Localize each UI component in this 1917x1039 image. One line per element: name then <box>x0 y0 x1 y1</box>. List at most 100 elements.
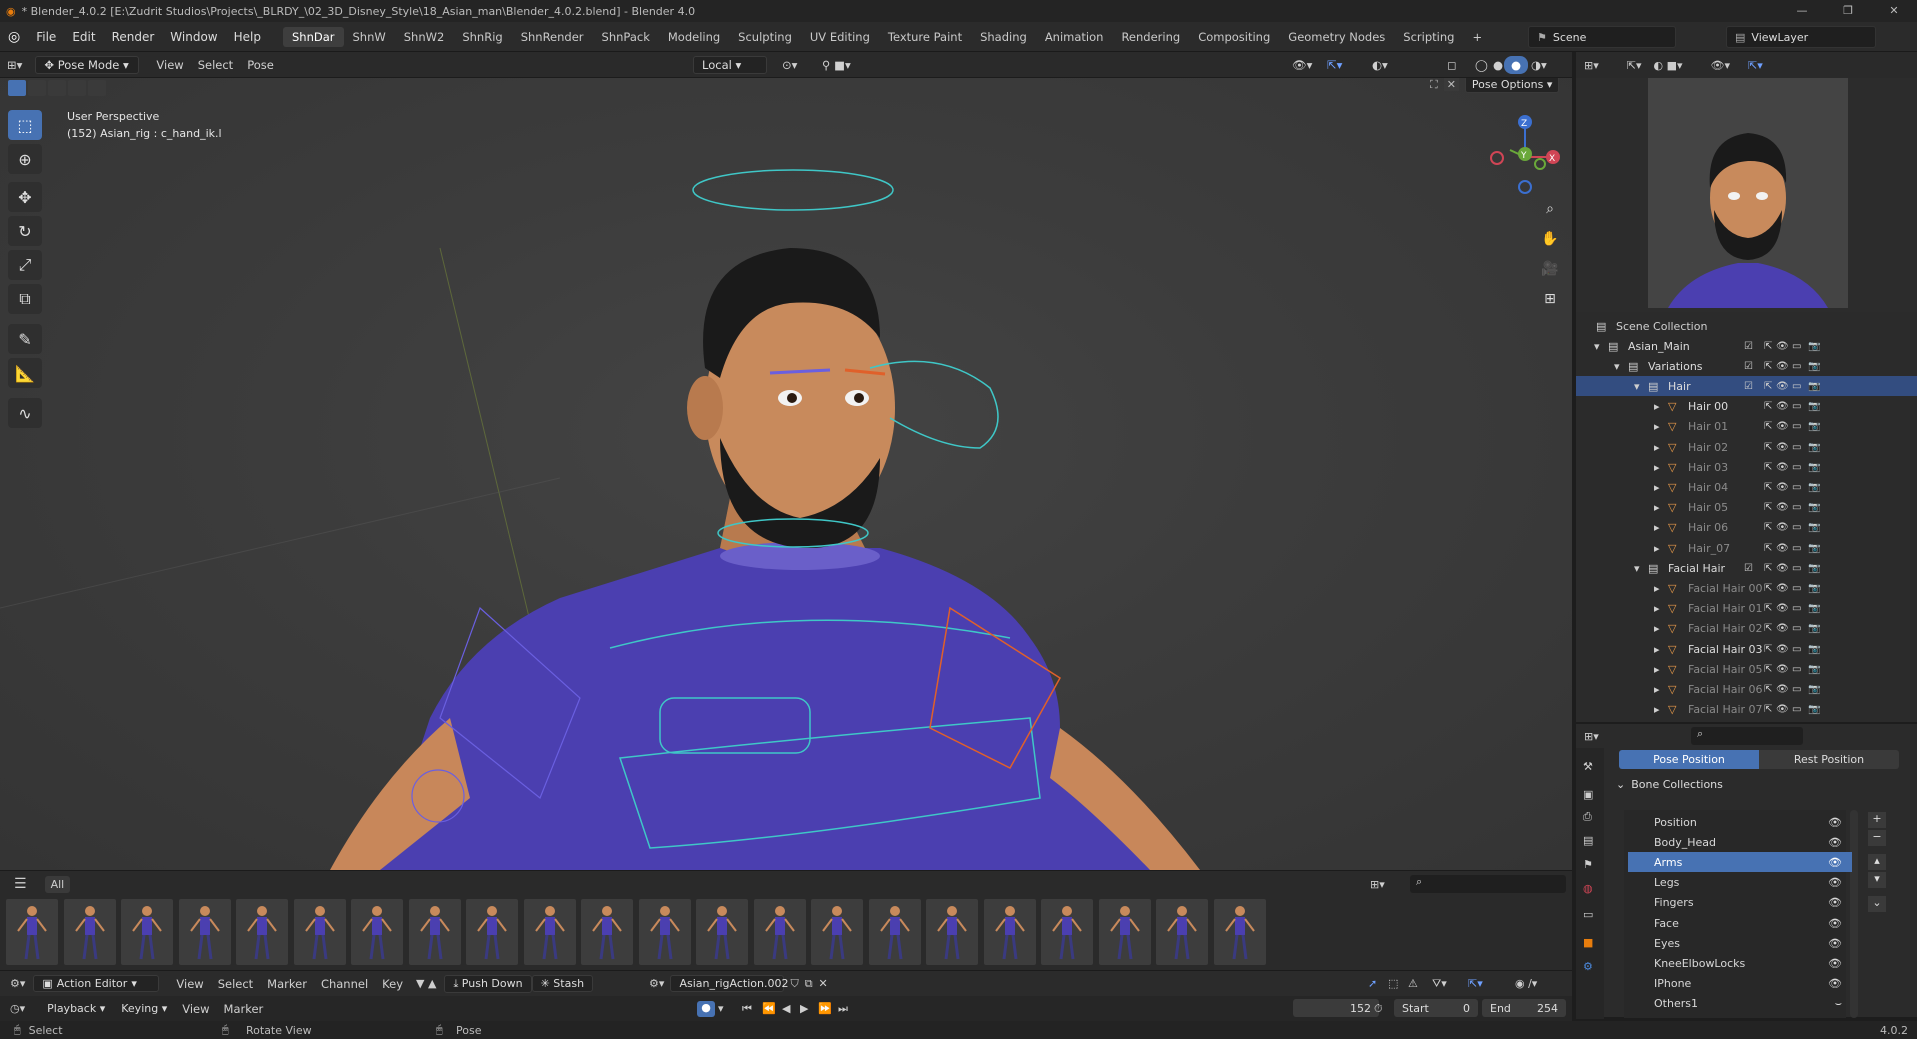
select-toggle-icon[interactable]: ⇱ <box>1764 361 1772 372</box>
blender-menu-icon[interactable]: ◎ <box>0 29 28 45</box>
select-toggle-icon[interactable]: ⇱ <box>1764 704 1772 715</box>
render-toggle-icon[interactable]: 📷 <box>1808 341 1820 352</box>
outliner-row[interactable]: ▸ ▽ Facial Hair 03 ⇱ 👁 ▭ 📷 <box>1576 639 1917 659</box>
render-toggle-icon[interactable]: 📷 <box>1808 502 1820 513</box>
pose-thumbnail[interactable] <box>121 899 173 965</box>
eye-icon[interactable]: 👁 <box>1776 563 1789 574</box>
render-toggle-icon[interactable]: 📷 <box>1808 543 1820 554</box>
tab-texture-paint[interactable]: Texture Paint <box>879 27 971 47</box>
select-toggle-icon[interactable]: ⇱ <box>1764 381 1772 392</box>
pose-thumbnail[interactable] <box>753 899 806 965</box>
tab-rendering[interactable]: Rendering <box>1112 27 1189 47</box>
pose-thumbnail[interactable] <box>638 899 691 965</box>
select-toggle-icon[interactable]: ⇱ <box>1764 442 1772 453</box>
gizmo-toggle-icon[interactable]: ⇱▾ <box>1320 56 1349 74</box>
pose-thumbnail[interactable] <box>811 899 863 965</box>
jump-keyframe-back-icon[interactable]: ⏪ <box>762 1002 776 1015</box>
tab-shnpack[interactable]: ShnPack <box>593 27 659 47</box>
eye-icon[interactable]: 👁 <box>1776 502 1789 513</box>
pose-thumbnail[interactable] <box>1213 899 1266 965</box>
tab-shnrender[interactable]: ShnRender <box>512 27 593 47</box>
rotate-tool[interactable]: ↻ <box>8 216 42 246</box>
playback-dropdown[interactable]: Playback ▾ <box>39 1001 113 1016</box>
properties-editor-icon[interactable]: ⊞▾ <box>1584 730 1599 743</box>
select-toggle-icon[interactable]: ⇱ <box>1764 341 1772 352</box>
move-down-button[interactable]: ▾ <box>1868 872 1886 888</box>
select-toggle-icon[interactable]: ⇱ <box>1764 401 1772 412</box>
viewport-toggle-icon[interactable]: ▭ <box>1792 482 1801 493</box>
viewport-toggle-icon[interactable]: ▭ <box>1792 341 1801 352</box>
preview-editor-icon[interactable]: ⊞▾ <box>1584 59 1599 72</box>
outliner-row[interactable]: ▸ ▽ Hair 03 ⇱ 👁 ▭ 📷 <box>1576 457 1917 477</box>
eye-icon[interactable]: 👁 <box>1776 684 1789 695</box>
select-toggle-icon[interactable]: ⇱ <box>1764 583 1772 594</box>
select-toggle-icon[interactable]: ⇱ <box>1764 644 1772 655</box>
menu-edit[interactable]: Edit <box>64 30 103 44</box>
keying-dropdown[interactable]: Keying ▾ <box>113 1001 175 1016</box>
bone-collection-row[interactable]: IPhone 👁 <box>1628 974 1852 994</box>
viewlayer-tab-icon[interactable]: ▤ <box>1583 834 1593 847</box>
collapse-arrow-icon[interactable]: ▸ <box>1654 582 1660 595</box>
preview-gizmo-icon[interactable]: ⇱▾ <box>1627 59 1642 72</box>
stash-button[interactable]: ✳ Stash <box>531 975 594 992</box>
mode-selector[interactable]: ✥ Pose Mode ▾ <box>35 55 140 74</box>
duplicate-action-icon[interactable]: ⧉ <box>805 977 813 991</box>
filter-icon[interactable]: ⛛▾ <box>1432 977 1447 991</box>
outliner-row[interactable]: ▸ ▽ Facial Hair 00 ⇱ 👁 ▭ 📷 <box>1576 578 1917 598</box>
ae-menu-marker[interactable]: Marker <box>260 975 314 993</box>
maximize-button[interactable]: ❐ <box>1825 0 1871 22</box>
render-toggle-icon[interactable]: 📷 <box>1808 381 1820 392</box>
object-tab-icon[interactable]: ■ <box>1583 936 1593 949</box>
outliner-row[interactable]: ▸ ▽ Hair 04 ⇱ 👁 ▭ 📷 <box>1576 477 1917 497</box>
eye-icon[interactable]: 👁 <box>1828 836 1842 849</box>
show-hidden-icon[interactable]: ⬚ <box>1388 977 1398 990</box>
eye-icon[interactable]: 👁 <box>1828 937 1842 950</box>
eye-icon[interactable]: 👁 <box>1776 704 1789 715</box>
bone-collection-row[interactable]: Fingers 👁 <box>1628 893 1852 913</box>
select-toggle-icon[interactable]: ⇱ <box>1764 543 1772 554</box>
ae-menu-key[interactable]: Key <box>375 975 410 993</box>
outliner-row[interactable]: ▾ ▤ Asian_Main ☑ ⇱ 👁 ▭ 📷 <box>1576 336 1917 356</box>
collapse-arrow-icon[interactable]: ▸ <box>1654 481 1660 494</box>
collapse-arrow-icon[interactable]: ▸ <box>1654 420 1660 433</box>
pose-thumbnail[interactable] <box>236 899 288 965</box>
menu-view[interactable]: View <box>149 56 190 74</box>
viewport-toggle-icon[interactable]: ▭ <box>1792 522 1801 533</box>
tl-menu-marker[interactable]: Marker <box>217 1000 271 1018</box>
pose-thumbnail[interactable] <box>178 899 231 965</box>
tl-menu-view[interactable]: View <box>175 1000 216 1018</box>
select-box-tool[interactable]: ⬚ <box>8 110 42 140</box>
modifier-tab-icon[interactable]: ⚙ <box>1583 960 1593 973</box>
eye-icon[interactable]: 👁 <box>1828 896 1842 909</box>
viewport-toggle-icon[interactable]: ▭ <box>1792 401 1801 412</box>
transform-orientation-dropdown[interactable]: Local ▾ <box>693 55 767 74</box>
eye-icon[interactable]: 👁 <box>1776 421 1789 432</box>
specials-menu-button[interactable]: ⌄ <box>1868 896 1886 912</box>
viewport-toggle-icon[interactable]: ▭ <box>1792 684 1801 695</box>
only-selected-icon[interactable]: ➚ <box>1368 977 1377 990</box>
collapse-arrow-icon[interactable]: ▸ <box>1654 400 1660 413</box>
eye-icon[interactable]: 👁 <box>1828 856 1842 869</box>
push-down-button[interactable]: ⤓ Push Down <box>444 974 532 993</box>
ae-menu-channel[interactable]: Channel <box>314 975 375 993</box>
render-toggle-icon[interactable]: 📷 <box>1808 522 1820 533</box>
eye-icon[interactable]: 👁 <box>1776 361 1789 372</box>
tab-sculpting[interactable]: Sculpting <box>729 27 801 47</box>
record-options-icon[interactable]: ▾ <box>718 1002 724 1015</box>
menu-render[interactable]: Render <box>104 30 163 44</box>
viewport-toggle-icon[interactable]: ▭ <box>1792 664 1801 675</box>
outliner-row[interactable]: ▾ ▤ Facial Hair ☑ ⇱ 👁 ▭ 📷 <box>1576 558 1917 578</box>
eye-icon[interactable]: 👁 <box>1776 644 1789 655</box>
play-reverse-icon[interactable]: ◀ <box>782 1002 790 1015</box>
move-up-button[interactable]: ▴ <box>1868 854 1886 870</box>
select-toggle-icon[interactable]: ⇱ <box>1764 462 1772 473</box>
overlay-toggle-icon[interactable]: ◐▾ <box>1365 56 1395 74</box>
collapse-arrow-icon[interactable]: ▸ <box>1654 521 1660 534</box>
pose-options-dropdown[interactable]: Pose Options ▾ <box>1464 78 1560 93</box>
jump-end-icon[interactable]: ⏭ <box>838 1002 848 1016</box>
render-toggle-icon[interactable]: 📷 <box>1808 603 1820 614</box>
tab-shnrig[interactable]: ShnRig <box>453 27 511 47</box>
transform-tool[interactable]: ⧉ <box>8 284 42 314</box>
minimize-button[interactable]: — <box>1779 0 1825 22</box>
tab-scripting[interactable]: Scripting <box>1394 27 1463 47</box>
